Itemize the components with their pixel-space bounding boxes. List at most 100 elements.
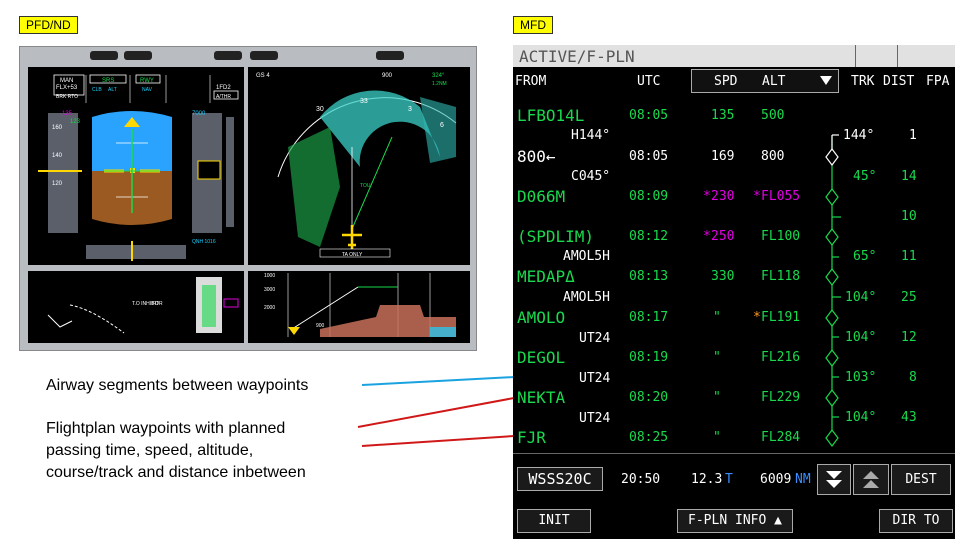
waypoint-utc: 08:13: [629, 269, 669, 284]
init-button-label: INIT: [538, 513, 570, 528]
waypoint-leader-line-1: [357, 397, 515, 428]
waypoint-spd: 230: [711, 189, 735, 204]
scroll-down-button[interactable]: [817, 464, 851, 495]
spd-123: 123: [70, 119, 81, 125]
waypoint-utc: 08:05: [629, 149, 669, 164]
waypoint-diamond-icon: [825, 188, 839, 206]
dest-button[interactable]: DEST: [891, 464, 951, 495]
waypoint-diamond-icon: [825, 268, 839, 286]
spd-160: 160: [52, 125, 63, 131]
leg-dist: 10: [901, 209, 917, 224]
leg-dist: 8: [909, 370, 917, 385]
efob-unit: T: [725, 472, 733, 487]
airway-label: C045°: [571, 169, 611, 184]
waypoint-utc: 08:17: [629, 310, 669, 325]
destination-id-field[interactable]: WSSS20C: [517, 467, 603, 491]
fma-1fd2: 1FD2: [216, 85, 231, 91]
nd-3: 3: [408, 106, 412, 113]
waypoint-utc: 08:19: [629, 350, 669, 365]
leg-dist: 25: [901, 290, 917, 305]
nd-900: 900: [382, 73, 393, 79]
dir-to-button[interactable]: DIR TO: [879, 509, 953, 533]
spd-alt-selector[interactable]: SPD ALT: [691, 69, 839, 93]
header-alt: ALT: [762, 74, 786, 89]
waypoint-alt: FL100: [761, 229, 801, 244]
waypoint-id: MEDAPΔ: [517, 267, 575, 286]
speed-constraint-star: *: [703, 229, 711, 244]
waypoint-diamond-icon: [825, 309, 839, 327]
waypoint-alt: FL055: [761, 189, 801, 204]
track-diagram: [825, 134, 841, 447]
nd-12nm: 1.2NM: [432, 81, 447, 87]
waypoint-diamond-icon: [825, 429, 839, 447]
header-fpa: FPA: [926, 74, 950, 89]
dropdown-arrow-icon: [820, 76, 832, 85]
nd-30: 30: [316, 106, 324, 113]
leg-dist: 11: [901, 249, 917, 264]
nd-gs: GS 4: [256, 73, 270, 79]
leg-trk: 65°: [853, 249, 877, 264]
dest-distance-unit: NM: [795, 472, 811, 487]
airway-label: UT24: [579, 411, 611, 426]
waypoint-spd: 135: [711, 108, 735, 123]
fpln-info-button[interactable]: F-PLN INFO ▲: [677, 509, 793, 533]
header-spd: SPD: [714, 74, 738, 89]
fma-man: MAN: [60, 78, 73, 84]
vd-2000: 2000: [264, 305, 275, 311]
scroll-up-button[interactable]: [853, 464, 889, 495]
alt-7000: 7000: [192, 111, 206, 117]
waypoint-id: AMOLO: [517, 308, 566, 327]
speed-constraint-star: *: [703, 189, 711, 204]
header-from: FROM: [515, 74, 547, 89]
waypoint-id: (SPDLIM): [517, 227, 595, 246]
leg-trk: 103°: [845, 370, 877, 385]
init-button[interactable]: INIT: [517, 509, 591, 533]
nd-tou: TOU: [360, 183, 371, 189]
waypoint-id: NEKTA: [517, 388, 566, 407]
leg-trk: 104°: [845, 330, 877, 345]
leg-dist: 1: [909, 128, 917, 143]
dest-distance: 6009: [760, 472, 792, 487]
leg-dist: 12: [901, 330, 917, 345]
pfd-nd-display: MAN FLX+53 BRK RTO SRS CLB ALT RWY NAV 1…: [19, 46, 477, 351]
waypoint-id: D066M: [517, 187, 566, 206]
waypoint-utc: 08:09: [629, 189, 669, 204]
waypoint-spd: ": [713, 430, 721, 445]
waypoint-spd: 330: [711, 269, 735, 284]
ecam-for: FOR: [152, 301, 163, 307]
waypoint-leader-line-2: [361, 435, 515, 447]
qnh: QNH 1016: [192, 239, 216, 245]
mfd-label: MFD: [513, 16, 553, 34]
spd-120: 120: [52, 181, 63, 187]
header-utc: UTC: [637, 74, 661, 89]
airway-label: UT24: [579, 371, 611, 386]
pfd-nd-label: PFD/ND: [19, 16, 78, 34]
waypoint-diamond-icon: [825, 228, 839, 246]
waypoint-utc: 08:12: [629, 229, 669, 244]
page-title: ACTIVE/F-PLN: [519, 47, 635, 66]
waypoint-diamond-icon: [825, 349, 839, 367]
altitude-constraint-star: *: [753, 189, 761, 204]
fma-alt: ALT: [108, 87, 117, 93]
fma-srs: SRS: [102, 78, 114, 84]
mfd-display: ACTIVE/F-PLN FROM UTC SPD ALT TRK DIST F…: [513, 45, 955, 539]
vd-3000: 3000: [264, 287, 275, 293]
nd-6: 6: [440, 122, 444, 129]
leg-trk: 104°: [845, 410, 877, 425]
spd-140: 140: [52, 153, 63, 159]
fma-flx: FLX+53: [56, 85, 78, 91]
waypoint-utc: 08:25: [629, 430, 669, 445]
airway-label: UT24: [579, 331, 611, 346]
annotation-flightplan-2: passing time, speed, altitude,: [46, 442, 254, 459]
waypoint-spd: ": [713, 350, 721, 365]
waypoint-alt: 800: [761, 149, 785, 164]
double-chevron-down-icon: [826, 471, 842, 488]
vd-900: 900: [316, 323, 325, 329]
leg-dist: 43: [901, 410, 917, 425]
waypoint-spd: ": [713, 310, 721, 325]
fma-nav: NAV: [142, 87, 153, 93]
efob-value: 12.3: [691, 472, 723, 487]
nd-33: 33: [360, 98, 368, 105]
destination-id: WSSS20C: [528, 470, 592, 488]
airway-label: H144°: [571, 128, 611, 143]
